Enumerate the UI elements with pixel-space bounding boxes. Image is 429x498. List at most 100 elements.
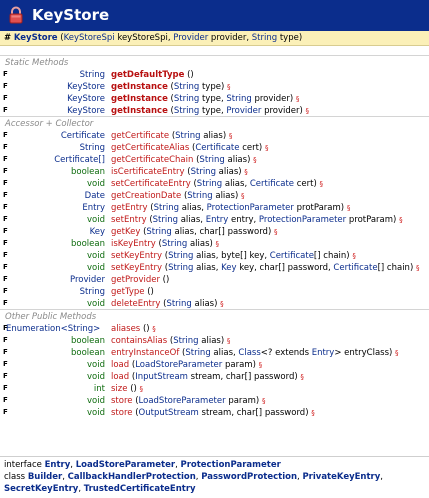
return-type[interactable]: void [87,371,105,383]
method-row[interactable]: Fvoid store (LoadStoreParameter param) § [0,395,429,407]
interface-link[interactable]: Entry [45,460,71,470]
method-row[interactable]: Fvoid setEntry (String alias, Entry entry… [0,214,429,226]
param-type[interactable]: OutputStream [139,408,199,418]
method-row[interactable]: Fvoid store (OutputStream stream, char[] … [0,407,429,419]
param-type[interactable]: Entry [206,215,229,225]
param-type[interactable]: Provider [173,33,208,43]
param-type[interactable]: String [166,299,191,309]
param-type[interactable]: Certificate [270,251,314,261]
return-type[interactable]: boolean [71,238,105,250]
return-type[interactable]: void [87,178,105,190]
param-type[interactable]: LoadStoreParameter [135,360,222,370]
return-type[interactable]: String [80,286,105,298]
interface-link[interactable]: ProtectionParameter [180,460,280,470]
method-row[interactable]: F Certificate getCertificate (String alias… [0,130,429,142]
param-type[interactable]: Certificate [250,179,294,189]
method-row[interactable]: Fvoid setKeyEntry (String alias, Key key,… [0,262,429,274]
param-type[interactable]: Certificate [333,263,377,273]
return-type[interactable]: Entry [82,202,105,214]
param-type[interactable]: String [153,215,178,225]
param-type[interactable]: String [199,155,224,165]
param-type[interactable]: ProtectionParameter [207,203,294,213]
return-type[interactable]: KeyStore [67,81,105,93]
method-row[interactable]: F Provider getProvider () [0,274,429,286]
method-name[interactable]: store [111,396,133,406]
method-row[interactable]: Fboolean containsAlias (String alias) § [0,335,429,347]
return-type[interactable]: KeyStore [67,93,105,105]
method-name[interactable]: getKey [111,227,140,237]
param-type[interactable]: Entry [312,348,335,358]
return-type[interactable]: Date [85,190,105,202]
param-type[interactable]: KeyStoreSpi [64,33,115,43]
method-row[interactable]: Fboolean entryInstanceOf (String alias, C… [0,347,429,359]
param-type[interactable]: Provider [226,106,261,116]
param-type[interactable]: String [174,106,199,116]
param-type[interactable]: String [226,94,251,104]
param-type[interactable]: ProtectionParameter [259,215,346,225]
param-type[interactable]: String [173,336,198,346]
param-type[interactable]: String [174,82,199,92]
method-name[interactable]: load [111,360,129,370]
param-type[interactable]: String [191,167,216,177]
param-type[interactable]: String [187,191,212,201]
return-type[interactable]: String [80,142,105,154]
return-type[interactable]: Certificate[] [54,154,105,166]
method-name[interactable]: getCertificateChain [111,155,193,165]
method-name[interactable]: isKeyEntry [111,239,156,249]
method-name[interactable]: load [111,372,129,382]
method-row[interactable]: F Enumeration<String> aliases () § [0,323,429,335]
param-type[interactable]: String [162,239,187,249]
return-type[interactable]: void [87,359,105,371]
param-type[interactable]: InputStream [135,372,188,382]
class-link[interactable]: SecretKeyEntry [4,484,78,494]
method-row[interactable]: Fboolean isKeyEntry (String alias) § [0,238,429,250]
return-type[interactable]: Provider [70,274,105,286]
method-row[interactable]: Fvoid load (LoadStoreParameter param) § [0,359,429,371]
return-type[interactable]: Enumeration<String> [6,323,100,335]
return-type[interactable]: String [80,69,105,81]
method-name[interactable]: isCertificateEntry [111,167,185,177]
method-name[interactable]: containsAlias [111,336,167,346]
param-type[interactable]: String [174,94,199,104]
method-name[interactable]: getProvider [111,275,160,285]
param-type[interactable]: String [185,348,210,358]
return-type[interactable]: boolean [71,347,105,359]
return-type[interactable]: void [87,214,105,226]
param-type[interactable]: Certificate [195,143,239,153]
return-type[interactable]: int [94,383,105,395]
param-type[interactable]: Key [221,263,236,273]
return-type[interactable]: boolean [71,166,105,178]
param-type[interactable]: Class [238,348,260,358]
param-type[interactable]: String [197,179,222,189]
method-row[interactable]: F Key getKey (String alias, char[] passwor… [0,226,429,238]
method-row[interactable]: F Entry getEntry (String alias, Protection… [0,202,429,214]
class-link[interactable]: TrustedCertificateEntry [84,484,196,494]
return-type[interactable]: Certificate [61,130,105,142]
method-row[interactable]: Fint size () § [0,383,429,395]
interface-link[interactable]: LoadStoreParameter [76,460,175,470]
method-name[interactable]: setEntry [111,215,147,225]
constructor-row[interactable]: # KeyStore (KeyStoreSpi keyStoreSpi, Pro… [0,31,429,46]
method-name[interactable]: getCreationDate [111,191,181,201]
method-row[interactable]: Fvoid setCertificateEntry (String alias, … [0,178,429,190]
method-name[interactable]: getInstance [111,94,168,104]
method-row[interactable]: Fboolean isCertificateEntry (String alias… [0,166,429,178]
method-name[interactable]: setKeyEntry [111,251,162,261]
return-type[interactable]: Key [90,226,105,238]
class-link[interactable]: Builder [28,472,62,482]
method-name[interactable]: setKeyEntry [111,263,162,273]
class-link[interactable]: PrivateKeyEntry [302,472,380,482]
method-row[interactable]: F KeyStore getInstance (String type, Strin… [0,93,429,105]
param-type[interactable]: String [168,251,193,261]
param-type[interactable]: String [175,131,200,141]
param-type[interactable]: LoadStoreParameter [139,396,226,406]
method-row[interactable]: F String getDefaultType () [0,69,429,81]
class-link[interactable]: CallbackHandlerProtection [68,472,196,482]
param-type[interactable]: String [146,227,171,237]
return-type[interactable]: void [87,395,105,407]
method-name[interactable]: getType [111,287,144,297]
method-row[interactable]: F KeyStore getInstance (String type) § [0,81,429,93]
method-name[interactable]: store [111,408,133,418]
method-row[interactable]: F String getType () [0,286,429,298]
method-name[interactable]: getEntry [111,203,148,213]
